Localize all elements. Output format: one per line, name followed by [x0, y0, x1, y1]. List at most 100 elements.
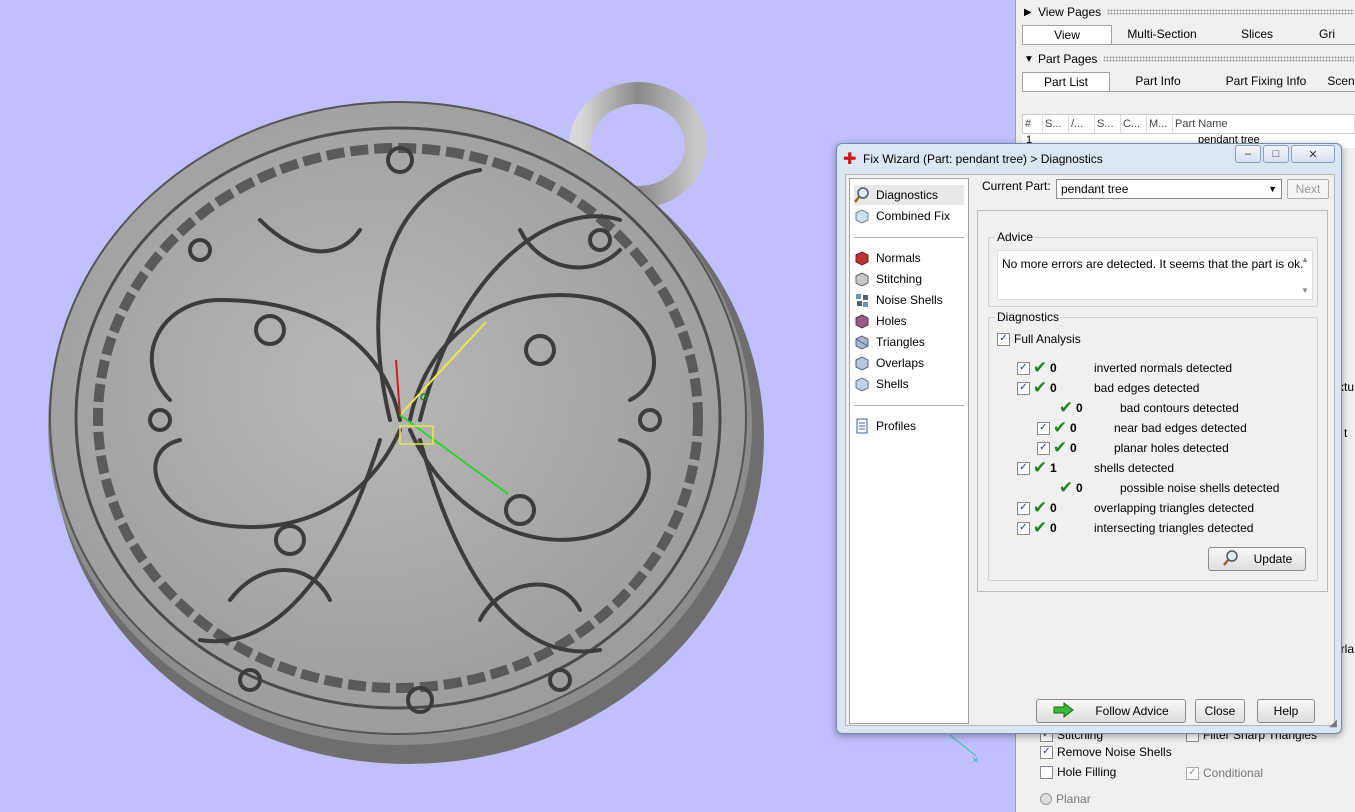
scroll-down-icon[interactable]: ▼: [1301, 286, 1309, 295]
diag-checkbox[interactable]: ✓: [1017, 521, 1030, 535]
follow-advice-button[interactable]: Follow Advice: [1036, 699, 1186, 723]
nav-label: Noise Shells: [876, 293, 943, 307]
diag-label: near bad edges detected: [1114, 421, 1247, 435]
diag-label: planar holes detected: [1114, 441, 1229, 455]
diag-row-inverted-normals: ✓ ✔ 0 inverted normals detected: [1017, 358, 1233, 377]
view-pages-label: View Pages: [1038, 5, 1102, 19]
stitching-cube-icon: [854, 271, 872, 287]
diag-count: 0: [1076, 481, 1083, 495]
diag-checkbox[interactable]: ✓: [1017, 361, 1030, 375]
column-header[interactable]: S...: [1095, 115, 1121, 133]
header-divider: [1103, 56, 1354, 62]
nav-item-shells[interactable]: Shells: [854, 374, 964, 394]
minimize-button[interactable]: –: [1235, 145, 1261, 163]
help-button[interactable]: Help: [1257, 699, 1315, 723]
nav-label: Combined Fix: [876, 209, 951, 223]
checkmark-icon: ✔: [1032, 378, 1048, 397]
option-hole-filling[interactable]: Hole Filling: [1040, 765, 1116, 779]
document-icon: [854, 418, 872, 434]
tab-slices[interactable]: Slices: [1212, 25, 1302, 44]
diag-row-noise-shells: ✔ 0 possible noise shells detected: [1056, 478, 1280, 497]
current-part-label: Current Part:: [982, 179, 1051, 193]
column-header[interactable]: C...: [1121, 115, 1147, 133]
nav-item-stitching[interactable]: Stitching: [854, 269, 964, 289]
column-header[interactable]: M...: [1147, 115, 1173, 133]
diag-row-shells: ✓ ✔ 1 shells detected: [1017, 458, 1174, 477]
advice-legend: Advice: [995, 230, 1036, 244]
column-header[interactable]: S...: [1043, 115, 1069, 133]
part-pages-header[interactable]: ▼ Part Pages: [1024, 50, 1354, 68]
nav-separator: [854, 237, 964, 238]
option-label: Planar: [1056, 792, 1091, 806]
follow-advice-label: Follow Advice: [1095, 704, 1169, 718]
dialog-title: Fix Wizard (Part: pendant tree) > Diagno…: [863, 152, 1103, 166]
diag-checkbox[interactable]: ✓: [1037, 441, 1050, 455]
maximize-button[interactable]: □: [1263, 145, 1289, 163]
diag-label: bad contours detected: [1120, 401, 1239, 415]
diag-count: 0: [1050, 361, 1057, 375]
diag-checkbox[interactable]: ✓: [1017, 461, 1030, 475]
overlaps-cube-icon: [854, 355, 872, 371]
tab-part-fixing-info[interactable]: Part Fixing Info: [1206, 72, 1326, 91]
panel-text-fragment: t: [1344, 426, 1348, 440]
full-analysis-option[interactable]: ✓ Full Analysis: [997, 330, 1081, 348]
tab-part-info[interactable]: Part Info: [1110, 72, 1206, 91]
checkbox[interactable]: ✓: [1040, 745, 1053, 759]
current-part-select[interactable]: pendant tree ▼: [1056, 179, 1282, 199]
tab-grid[interactable]: Gri: [1302, 25, 1352, 44]
full-analysis-checkbox[interactable]: ✓: [997, 332, 1010, 346]
checkbox[interactable]: [1040, 765, 1053, 779]
diag-count: 0: [1050, 501, 1057, 515]
column-header[interactable]: #: [1023, 115, 1043, 133]
option-conditional[interactable]: ✓ Conditional: [1186, 766, 1263, 780]
option-planar[interactable]: Planar: [1040, 792, 1091, 806]
checkmark-icon: ✔: [1032, 358, 1048, 377]
tab-view[interactable]: View: [1022, 25, 1112, 44]
advice-scrollbar[interactable]: ▲ ▼: [1298, 251, 1312, 299]
expand-arrow-icon: ▼: [1024, 53, 1034, 65]
fix-wizard-icon: ✚: [843, 151, 857, 168]
radio-button[interactable]: [1040, 793, 1052, 805]
checkmark-icon: ✔: [1032, 498, 1048, 517]
diag-row-near-bad-edges: ✓ ✔ 0 near bad edges detected: [1037, 418, 1247, 437]
tab-part-list[interactable]: Part List: [1022, 72, 1110, 91]
view-pages-header[interactable]: ▶ View Pages: [1024, 3, 1354, 21]
nav-label: Stitching: [876, 272, 923, 286]
tab-multi-section[interactable]: Multi-Section: [1112, 25, 1212, 44]
nav-item-noise-shells[interactable]: Noise Shells: [854, 290, 964, 310]
checkmark-icon: ✔: [1052, 418, 1068, 437]
diagnostics-group: Diagnostics ✓ Full Analysis ✓ ✔ 0 invert…: [988, 310, 1318, 581]
diag-checkbox[interactable]: ✓: [1017, 381, 1030, 395]
close-button[interactable]: Close: [1195, 699, 1245, 723]
diag-checkbox[interactable]: ✓: [1017, 501, 1030, 515]
nav-item-overlaps[interactable]: Overlaps: [854, 353, 964, 373]
option-remove-noise-shells[interactable]: ✓ Remove Noise Shells: [1040, 745, 1172, 759]
nav-item-normals[interactable]: Normals: [854, 248, 964, 268]
advice-text: No more errors are detected. It seems th…: [1002, 257, 1304, 271]
diagnostics-content: Advice No more errors are detected. It s…: [977, 210, 1328, 592]
scroll-up-icon[interactable]: ▲: [1301, 255, 1309, 264]
next-button[interactable]: Next: [1287, 179, 1329, 199]
option-label: Conditional: [1203, 766, 1264, 780]
nav-label: Normals: [876, 251, 921, 265]
checkbox[interactable]: ✓: [1186, 766, 1199, 780]
close-window-button[interactable]: ✕: [1291, 145, 1335, 163]
advice-text-box[interactable]: No more errors are detected. It seems th…: [997, 250, 1313, 300]
diag-label: inverted normals detected: [1094, 361, 1233, 375]
tab-scene[interactable]: Scen: [1326, 72, 1355, 91]
diag-checkbox[interactable]: ✓: [1037, 421, 1050, 435]
nav-item-diagnostics[interactable]: Diagnostics: [854, 185, 964, 205]
diag-row-intersecting-triangles: ✓ ✔ 0 intersecting triangles detected: [1017, 518, 1253, 537]
nav-item-combined-fix[interactable]: Combined Fix: [854, 206, 964, 226]
update-button[interactable]: Update: [1208, 547, 1306, 571]
column-header[interactable]: /...: [1069, 115, 1095, 133]
nav-item-triangles[interactable]: Triangles: [854, 332, 964, 352]
green-arrow-icon: [1053, 701, 1075, 721]
triangles-cube-icon: [854, 334, 872, 350]
nav-item-profiles[interactable]: Profiles: [854, 416, 964, 436]
nav-label: Shells: [876, 377, 909, 391]
resize-grip-icon[interactable]: ◢: [1329, 718, 1337, 729]
column-header[interactable]: Part Name: [1173, 115, 1355, 133]
fix-wizard-dialog: ✚ Fix Wizard (Part: pendant tree) > Diag…: [836, 143, 1342, 734]
nav-item-holes[interactable]: Holes: [854, 311, 964, 331]
